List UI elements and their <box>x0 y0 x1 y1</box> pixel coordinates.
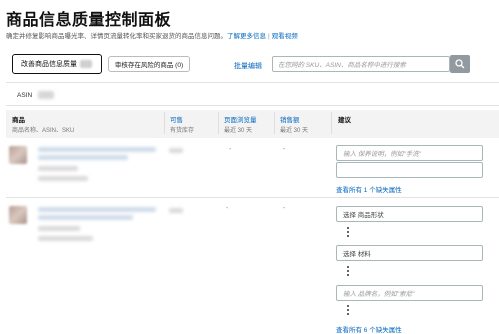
link-separator: | <box>268 33 270 40</box>
product-title[interactable] <box>38 215 133 220</box>
product-asin <box>38 166 78 171</box>
column-header-suggestions: 建议 <box>338 117 351 124</box>
column-header-sales[interactable]: 销售额 最近 30 天 <box>280 114 308 134</box>
view-all-missing-attributes-link[interactable]: 查看所有 1 个缺失属性 <box>336 184 402 194</box>
column-header-available[interactable]: 可售 有货库存 <box>170 114 194 134</box>
sales-value: - <box>283 205 286 212</box>
product-sku <box>38 236 93 241</box>
tab-improve-listing-quality[interactable]: 改善商品信息质量 <box>12 54 102 74</box>
product-title[interactable] <box>38 147 156 152</box>
page-views-value: - <box>226 205 229 212</box>
tab-improve-label: 改善商品信息质量 <box>21 61 77 68</box>
column-divider <box>164 112 165 134</box>
divider <box>6 105 499 106</box>
vertical-ellipsis-icon <box>346 266 350 278</box>
material-select[interactable]: 选择 材料 <box>336 245 483 261</box>
description-text: 确定并修复影响商品曝光率、详情页流量转化率和买家退货的商品信息问题。 <box>6 33 227 40</box>
column-header-page-views[interactable]: 页面浏览量 最近 30 天 <box>224 114 257 134</box>
table-header: 商品 商品名称、ASIN、SKU 可售 有货库存 页面浏览量 最近 30 天 销… <box>6 110 499 138</box>
available-count <box>169 208 183 213</box>
page-views-value: - <box>229 146 232 153</box>
product-title[interactable] <box>38 155 128 160</box>
row-divider <box>6 197 499 198</box>
page-title: 商品信息质量控制面板 <box>6 12 172 29</box>
sales-value: - <box>283 146 286 153</box>
redacted-asin <box>38 91 54 99</box>
asin-filter-label: ASIN <box>17 92 33 99</box>
search-icon <box>455 59 465 69</box>
search-button[interactable] <box>450 55 470 73</box>
brand-name-input[interactable]: 输入 品牌名，例如"索尼" <box>336 285 483 301</box>
product-asin <box>38 226 80 231</box>
learn-more-link[interactable]: 了解更多信息 <box>227 33 266 40</box>
product-title[interactable] <box>38 207 156 212</box>
column-divider <box>218 112 219 134</box>
divider <box>6 82 499 83</box>
column-header-product: 商品 商品名称、ASIN、SKU <box>12 117 75 134</box>
vertical-ellipsis-icon <box>346 305 350 317</box>
view-all-missing-attributes-link[interactable]: 查看所有 6 个缺失属性 <box>336 324 402 334</box>
watch-video-link[interactable]: 观看视频 <box>272 33 298 40</box>
page-description: 确定并修复影响商品曝光率、详情页流量转化率和买家退货的商品信息问题。了解更多信息… <box>6 30 298 40</box>
product-shape-select[interactable]: 选择 商品形状 <box>336 206 483 222</box>
available-count <box>169 148 183 153</box>
column-divider <box>274 112 275 134</box>
tab-review-at-risk[interactable]: 审核存在风险的商品 (0) <box>108 56 190 72</box>
product-thumbnail[interactable] <box>9 206 27 224</box>
vertical-ellipsis-icon <box>346 227 350 239</box>
attribute-select[interactable] <box>336 162 483 178</box>
product-sku <box>38 176 88 181</box>
product-thumbnail[interactable] <box>9 146 27 164</box>
bulk-edit-link[interactable]: 批量编辑 <box>234 61 262 71</box>
column-divider <box>331 112 332 134</box>
search-input[interactable]: 在您网的 SKU、ASIN、商品名称中进行搜索 <box>272 56 450 72</box>
redacted-count <box>80 60 92 68</box>
care-instructions-input[interactable]: 输入 保养说明，例如"手洗" <box>336 145 483 161</box>
